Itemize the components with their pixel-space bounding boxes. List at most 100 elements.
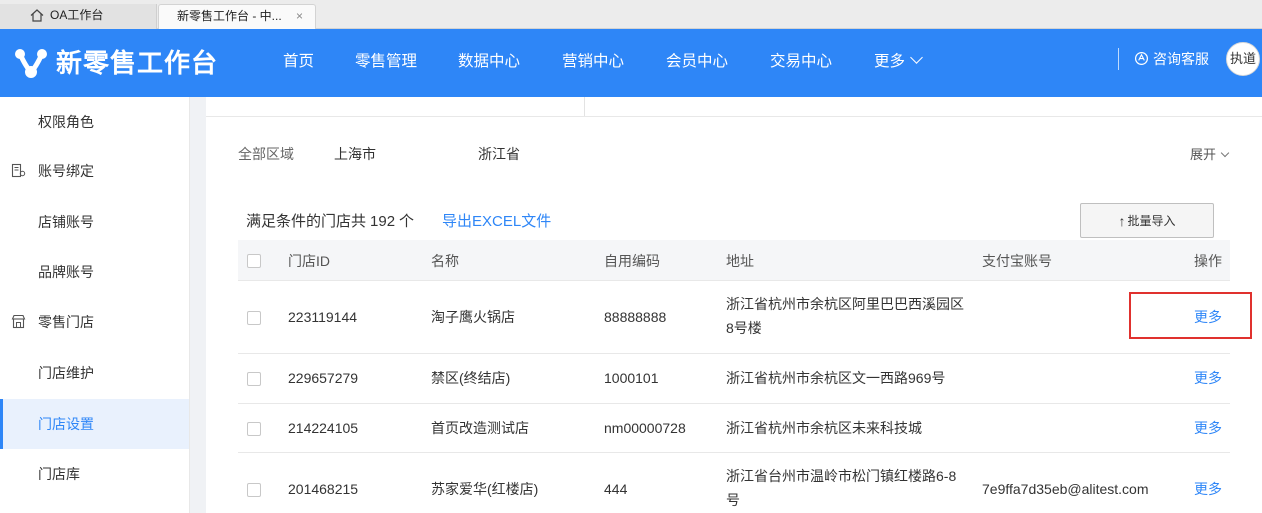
chevron-down-icon <box>1220 148 1230 158</box>
store-id: 223119144 <box>288 309 358 325</box>
region-filter-row: 全部区域 上海市 浙江省 展开 <box>206 134 1262 174</box>
tab-label: OA工作台 <box>50 8 104 22</box>
sidebar-item-label: 门店维护 <box>38 365 94 381</box>
store-code: 1000101 <box>604 370 659 386</box>
customer-service-button[interactable]: 咨询客服 <box>1134 29 1209 91</box>
search-divider <box>584 97 585 116</box>
expand-filter-button[interactable]: 展开 <box>1189 144 1230 163</box>
col-header-action: 操作 <box>1194 253 1222 269</box>
table-row: 229657279 禁区(终结店) 1000101 浙江省杭州市余杭区文一西路9… <box>238 354 1230 404</box>
row-checkbox[interactable] <box>247 311 261 325</box>
store-address: 浙江省台州市温岭市松门镇红楼路6-8 <box>726 468 957 484</box>
nav-trade-center[interactable]: 交易中心 <box>770 29 832 97</box>
sidebar-item-label: 店铺账号 <box>38 214 94 230</box>
store-code: 444 <box>604 481 628 497</box>
store-id: 214224105 <box>288 420 359 436</box>
row-more-link[interactable]: 更多 <box>1194 306 1222 328</box>
col-header-name: 名称 <box>431 253 459 269</box>
expand-label: 展开 <box>1189 147 1216 162</box>
store-name: 淘子鹰火锅店 <box>431 309 515 325</box>
store-alipay: 7e9ffa7d35eb@alitest.com <box>982 481 1149 497</box>
nav-marketing-center[interactable]: 营销中心 <box>562 29 624 97</box>
sidebar-item-label: 账号绑定 <box>38 163 94 179</box>
logo-text: 新零售工作台 <box>56 48 219 78</box>
summary-suffix: 个 <box>399 213 415 230</box>
select-all-checkbox[interactable] <box>247 254 261 268</box>
table-row: 201468215 苏家爱华(红楼店) 444 浙江省台州市温岭市松门镇红楼路6… <box>238 453 1230 513</box>
summary-prefix: 满足条件的门店共 <box>246 213 367 230</box>
logo-icon <box>15 49 47 78</box>
region-option-zhejiang[interactable]: 浙江省 <box>478 144 520 164</box>
chevron-down-icon <box>910 51 923 64</box>
account-bind-icon <box>11 163 26 178</box>
main-content: 全部区域 上海市 浙江省 展开 满足条件的门店共 192 个 导出EXCEL文件 ↑… <box>206 97 1262 513</box>
sidebar-item-label: 门店库 <box>38 466 80 482</box>
col-header-alipay: 支付宝账号 <box>982 253 1052 269</box>
nav-retail-management[interactable]: 零售管理 <box>355 29 417 97</box>
store-address-cont: 8号楼 <box>726 320 762 336</box>
col-header-code: 自用编码 <box>604 253 660 269</box>
sidebar-item-store-settings[interactable]: 门店设置 <box>0 399 189 449</box>
tab-retail-workbench[interactable]: 新零售工作台 - 中... × <box>158 4 316 29</box>
row-checkbox[interactable] <box>247 483 261 497</box>
nav-home[interactable]: 首页 <box>283 29 314 97</box>
export-excel-link[interactable]: 导出EXCEL文件 <box>442 210 551 231</box>
nav-more[interactable]: 更多 <box>874 29 923 97</box>
store-address: 浙江省杭州市余杭区未来科技城 <box>726 420 922 436</box>
sidebar-item-brand-account[interactable]: 品牌账号 <box>0 247 189 297</box>
store-id: 201468215 <box>288 481 359 497</box>
app-logo[interactable]: 新零售工作台 <box>14 45 217 81</box>
sidebar-item-permission-roles[interactable]: 权限角色 <box>0 97 189 147</box>
batch-import-button[interactable]: ↑ 批量导入 <box>1080 203 1214 238</box>
nav-more-label: 更多 <box>874 53 906 70</box>
sidebar: 权限角色 账号绑定 店铺账号 品牌账号 零售门店 门店维护 门店设置 门店库 <box>0 97 190 513</box>
row-more-link[interactable]: 更多 <box>1194 478 1222 500</box>
sidebar-item-label: 零售门店 <box>38 314 94 330</box>
batch-import-label: 批量导入 <box>1127 214 1176 228</box>
store-name: 禁区(终结店) <box>431 370 511 386</box>
region-filter-label: 全部区域 <box>238 146 294 162</box>
result-summary: 满足条件的门店共 192 个 <box>246 210 414 231</box>
nav-member-center[interactable]: 会员中心 <box>666 29 728 97</box>
app-header: 新零售工作台 首页 零售管理 数据中心 营销中心 会员中心 交易中心 更多 咨询… <box>0 29 1262 97</box>
store-address-cont: 号 <box>726 492 740 508</box>
table-header: 门店ID 名称 自用编码 地址 支付宝账号 操作 <box>238 240 1230 281</box>
close-tab-icon[interactable]: × <box>296 5 303 28</box>
row-more-link[interactable]: 更多 <box>1194 417 1222 439</box>
user-avatar[interactable]: 执道 <box>1226 42 1260 76</box>
search-strip-scrolled <box>206 97 1262 117</box>
result-count: 192 <box>370 213 396 230</box>
row-more-link[interactable]: 更多 <box>1194 367 1222 389</box>
row-checkbox[interactable] <box>247 422 261 436</box>
store-code: 88888888 <box>604 309 667 325</box>
sidebar-group-account-binding[interactable]: 账号绑定 <box>0 146 189 196</box>
region-option-shanghai[interactable]: 上海市 <box>334 144 376 164</box>
tab-oa-workbench[interactable]: OA工作台 <box>0 4 157 29</box>
store-icon <box>11 314 26 329</box>
headset-icon <box>1134 51 1149 66</box>
sidebar-item-store-maintenance[interactable]: 门店维护 <box>0 348 189 398</box>
store-id: 229657279 <box>288 370 359 386</box>
sidebar-group-retail-stores[interactable]: 零售门店 <box>0 297 189 347</box>
sidebar-item-shop-account[interactable]: 店铺账号 <box>0 197 189 247</box>
home-icon <box>30 9 44 22</box>
sidebar-item-label: 品牌账号 <box>38 264 94 280</box>
nav-data-center[interactable]: 数据中心 <box>458 29 520 97</box>
tab-label: 新零售工作台 - 中... <box>177 9 282 23</box>
store-code: nm00000728 <box>604 420 686 436</box>
store-address: 浙江省杭州市余杭区阿里巴巴西溪园区 <box>726 296 964 312</box>
sidebar-item-label: 门店设置 <box>38 416 94 432</box>
col-header-store-id: 门店ID <box>288 253 330 269</box>
header-divider <box>1118 48 1119 70</box>
store-name: 首页改造测试店 <box>431 420 529 436</box>
store-address: 浙江省杭州市余杭区文一西路969号 <box>726 370 946 386</box>
sidebar-item-store-library[interactable]: 门店库 <box>0 449 189 499</box>
row-checkbox[interactable] <box>247 372 261 386</box>
sidebar-item-label: 权限角色 <box>38 114 94 130</box>
store-name: 苏家爱华(红楼店) <box>431 481 539 497</box>
browser-tab-bar: OA工作台 新零售工作台 - 中... × <box>0 0 1262 29</box>
upload-arrow-icon: ↑ <box>1118 212 1126 229</box>
customer-service-label: 咨询客服 <box>1153 51 1209 67</box>
table-row: 223119144 淘子鹰火锅店 88888888 浙江省杭州市余杭区阿里巴巴西… <box>238 281 1230 354</box>
table-row: 214224105 首页改造测试店 nm00000728 浙江省杭州市余杭区未来… <box>238 404 1230 453</box>
